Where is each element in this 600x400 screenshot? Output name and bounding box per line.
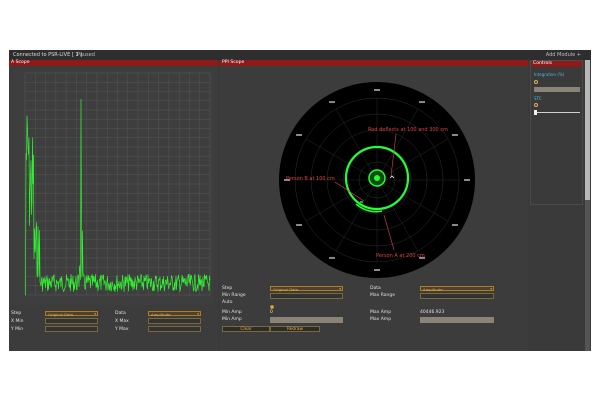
annotation-person-a: Person A at 200 cm [376, 253, 425, 259]
min-amp-value: 0 [270, 310, 273, 315]
ppi-data-label: Data [370, 286, 381, 291]
bearing-tick-mark [451, 224, 458, 226]
max-range-label: Max Range [370, 293, 395, 298]
paused-status[interactable]: Paused [77, 52, 95, 58]
top-bar: Connected to PSR-LIVE [ 1 ] Paused Add M… [9, 50, 591, 60]
bearing-tick-mark [451, 134, 458, 136]
max-amp-value: 40446.923 [420, 310, 445, 315]
chevron-down-icon: ▾ [94, 312, 96, 316]
auto-radio[interactable] [270, 305, 274, 309]
chevron-down-icon: ▾ [197, 312, 199, 316]
stc-label: STC [534, 96, 542, 101]
max-range-input[interactable] [420, 293, 494, 299]
bearing-tick-mark [374, 89, 380, 91]
min-amp-slider-label: Min Amp [222, 317, 242, 322]
ppi-data-select[interactable]: Amplitude ▾ [420, 286, 494, 292]
integration-field[interactable] [534, 87, 580, 92]
a-data-label: Data [115, 311, 126, 316]
a-data-select[interactable]: Amplitude ▾ [148, 311, 201, 317]
bearing-tick-mark [296, 224, 303, 226]
integration-label: Integration (%) [534, 72, 565, 77]
plot-background [13, 69, 214, 305]
connection-status: Connected to PSR-LIVE [ 1 ] [13, 52, 83, 58]
ppi-plot: Rod deflects at 100 and 300 cm Person B … [279, 82, 475, 278]
max-amp-label: Max Amp [370, 310, 392, 315]
ppi-step-label: Step [222, 286, 233, 291]
min-amp-slider[interactable] [270, 317, 343, 323]
min-range-label: Min Range [222, 293, 246, 298]
integration-radio[interactable] [534, 80, 538, 84]
min-amp-label: Min Amp [222, 310, 242, 315]
auto-label: Auto [222, 300, 233, 305]
ppi-data-select-value: Amplitude [423, 287, 443, 292]
ppi-step-select[interactable]: Original Data ▾ [270, 286, 343, 292]
bearing-tick-mark [374, 269, 380, 271]
controls-panel: Controls Integration (%) STC [530, 60, 583, 205]
controls-header: Controls [531, 61, 582, 67]
y-max-input[interactable] [148, 326, 201, 332]
ppi-step-select-value: Original Data [273, 287, 299, 292]
bearing-tick-mark [419, 101, 425, 104]
controls-title: Controls [533, 61, 552, 66]
a-scope-plot [13, 69, 214, 305]
annotation-person-b: Person B at 100 cm [286, 176, 335, 182]
chevron-down-icon: ▾ [339, 287, 341, 291]
x-max-label: X Max [115, 319, 129, 324]
bearing-tick-mark [329, 101, 335, 104]
ppi-center-dot [374, 175, 380, 181]
a-scope-panel: A Scope Step Original Data ▾ Data Amplitu… [9, 60, 218, 351]
clear-button[interactable]: Clear [222, 326, 270, 332]
add-module-button[interactable]: Add Module + [546, 52, 581, 58]
stc-slider-track[interactable] [534, 112, 580, 113]
a-scope-title: A Scope [11, 60, 30, 65]
a-data-select-value: Amplitude [151, 312, 171, 317]
y-min-label: Y Min [11, 327, 24, 332]
max-amp-slider-label: Max Amp [370, 317, 392, 322]
a-step-select[interactable]: Original Data ▾ [45, 311, 98, 317]
x-min-label: X Min [11, 319, 24, 324]
app-window: Connected to PSR-LIVE [ 1 ] Paused Add M… [9, 50, 591, 351]
max-amp-slider[interactable] [420, 317, 494, 323]
x-max-input[interactable] [148, 318, 201, 324]
bearing-tick-mark [464, 179, 470, 181]
chevron-down-icon: ▾ [490, 287, 492, 291]
min-range-input[interactable] [270, 293, 343, 299]
a-step-label: Step [11, 311, 22, 316]
stc-radio[interactable] [534, 103, 538, 107]
ppi-scope-title: PPI Scope [222, 60, 245, 65]
a-scope-header: A Scope [9, 60, 218, 66]
y-max-label: Y Max [115, 327, 129, 332]
x-min-input[interactable] [45, 318, 98, 324]
a-step-select-value: Original Data [48, 312, 74, 317]
ppi-scope-panel: PPI Scope Rod deflects at 100 and 300 cm… [220, 60, 528, 351]
scrollbar-thumb[interactable] [585, 60, 590, 200]
bearing-tick-mark [296, 134, 303, 136]
bearing-tick-mark [329, 256, 335, 259]
redraw-button[interactable]: Redraw [270, 326, 320, 332]
annotation-rod: Rod deflects at 100 and 300 cm [368, 127, 448, 133]
y-min-input[interactable] [45, 326, 98, 332]
stc-slider-handle[interactable] [534, 110, 537, 115]
